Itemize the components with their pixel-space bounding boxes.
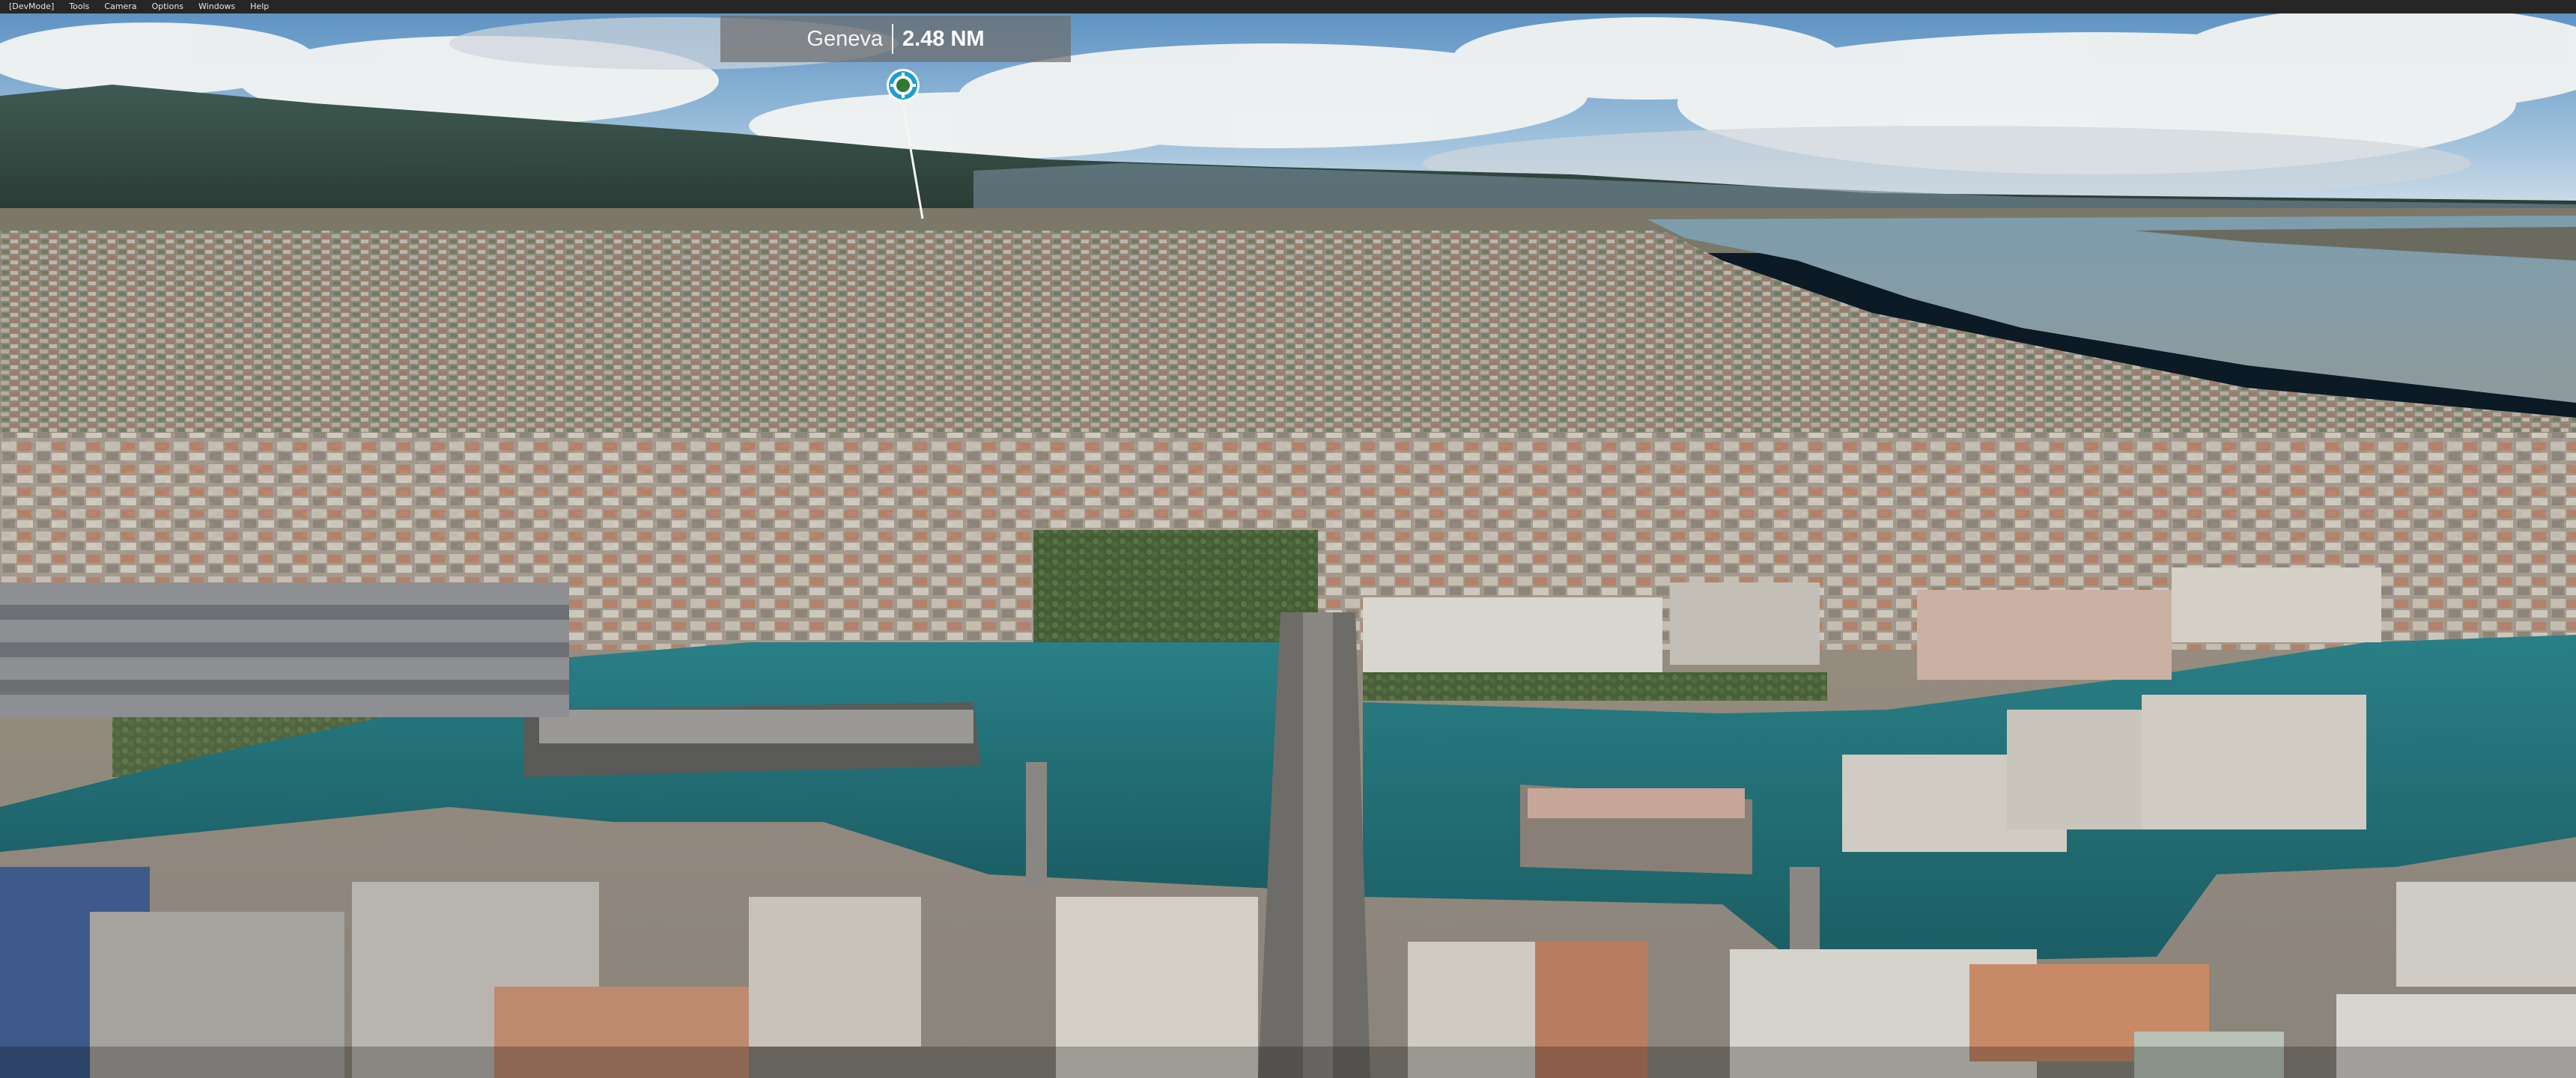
poi-label[interactable]: Geneva 2.48 NM	[720, 16, 1071, 62]
target-marker-icon[interactable]	[884, 67, 922, 104]
flight-sim-viewport[interactable]: [DevMode] Tools Camera Options Windows H…	[0, 0, 2576, 1078]
menu-options[interactable]: Options	[145, 0, 191, 13]
dev-menu-bar: [DevMode] Tools Camera Options Windows H…	[0, 0, 2576, 13]
aerial-city-scene	[0, 13, 2576, 1078]
poi-separator	[891, 24, 893, 54]
menu-camera[interactable]: Camera	[97, 0, 144, 13]
menu-tools[interactable]: Tools	[61, 0, 97, 13]
menu-windows[interactable]: Windows	[191, 0, 243, 13]
poi-name: Geneva	[806, 26, 883, 51]
poi-distance: 2.48 NM	[902, 26, 985, 51]
menu-devmode[interactable]: [DevMode]	[0, 0, 61, 13]
menu-help[interactable]: Help	[243, 0, 276, 13]
scene-illustration	[0, 13, 2576, 1078]
